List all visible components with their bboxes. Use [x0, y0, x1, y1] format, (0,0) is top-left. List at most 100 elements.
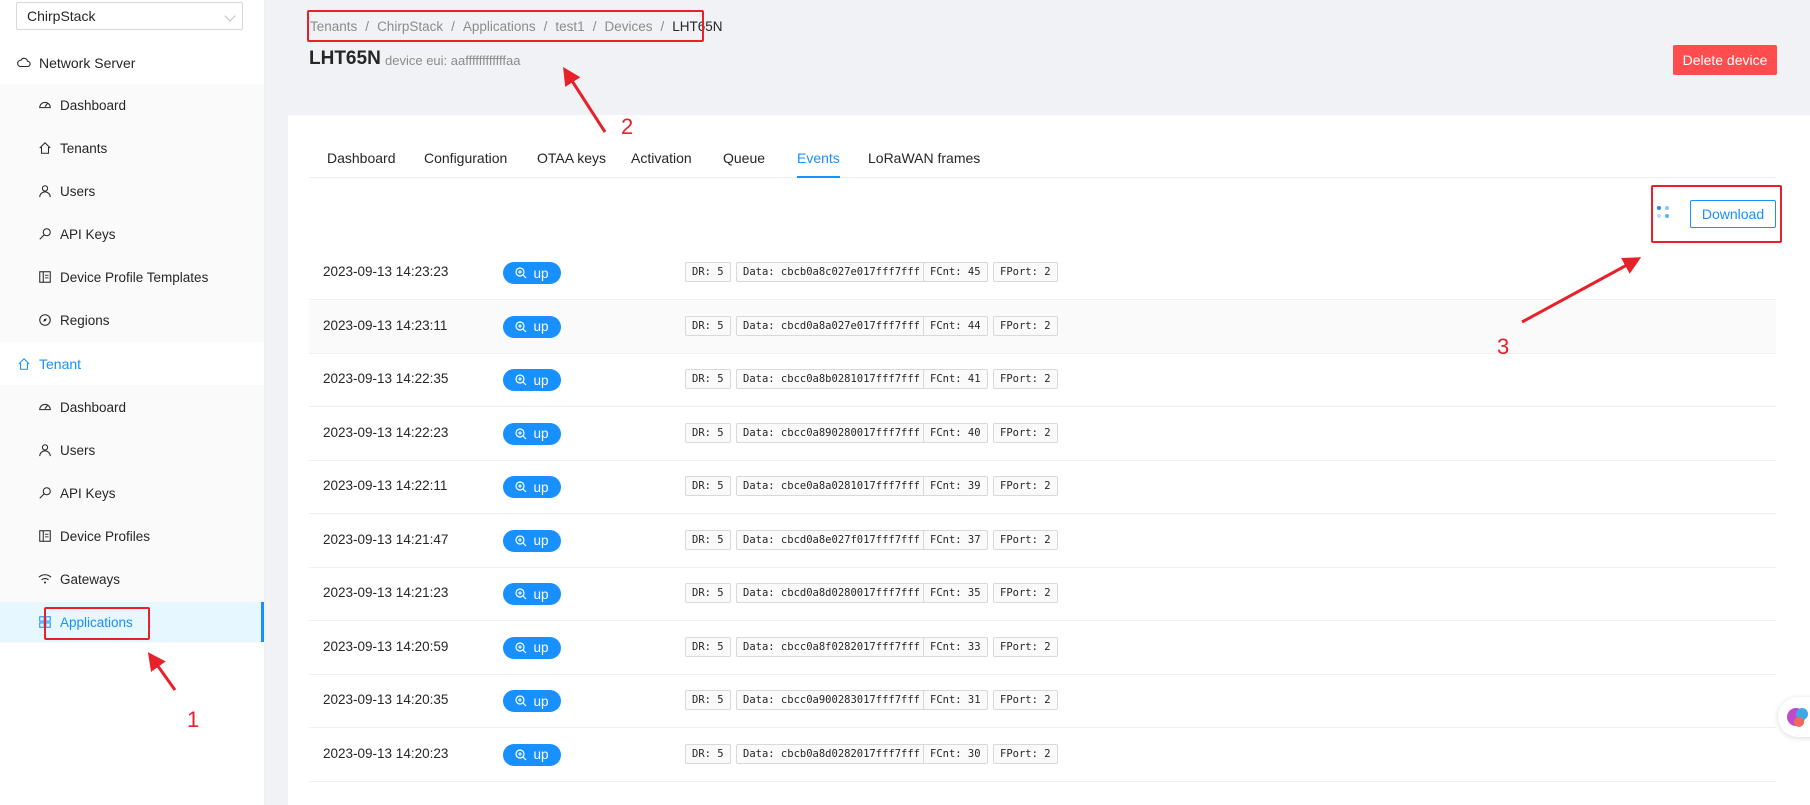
event-data-tag: Data: cbcd0a8e027f017fff7fff [736, 529, 928, 550]
event-dr-tag: DR: 5 [685, 476, 731, 496]
event-fcnt-tag: FCnt: 35 [923, 583, 988, 603]
event-fport-tag: FPort: 2 [993, 422, 1058, 443]
device-tabs: Dashboard Configuration OTAA keys Activatio… [309, 138, 1776, 178]
sidebar-item-label: Device Profile Templates [60, 269, 209, 285]
sidebar-item-dashboard[interactable]: Dashboard [0, 85, 264, 125]
zoom-in-icon [515, 748, 527, 760]
tab-configuration[interactable]: Configuration [424, 150, 507, 178]
event-row: 2023-09-13 14:21:47 up DR: 5 Data: cbcd0a8e… [309, 515, 1776, 568]
tab-otaa-keys[interactable]: OTAA keys [537, 150, 606, 178]
event-up-button[interactable]: up [503, 476, 561, 498]
compass-icon [38, 313, 52, 327]
event-type-label: up [533, 586, 549, 602]
sidebar-item-users[interactable]: Users [0, 430, 264, 470]
event-dr-tag: DR: 5 [685, 422, 731, 443]
tab-activation[interactable]: Activation [631, 150, 692, 178]
event-row: 2023-09-13 14:22:11 up DR: 5 Data: cbce0a8a… [309, 461, 1776, 514]
tab-queue[interactable]: Queue [723, 150, 765, 178]
event-type-label: up [533, 265, 549, 281]
event-fport-tag: FPort: 2 [993, 315, 1058, 336]
event-up-button[interactable]: up [503, 743, 561, 766]
annotation-box-applications [44, 607, 150, 640]
event-data-tag: Data: cbcd0a8a027e017fff7fff [736, 315, 928, 336]
event-up-button[interactable]: up [503, 529, 561, 552]
annotation-number-2: 2 [621, 114, 634, 139]
menu-group-network-server[interactable]: Network Server [0, 41, 264, 84]
sidebar-item-label: Gateways [60, 571, 121, 587]
sidebar-item-tenants[interactable]: Tenants [0, 128, 264, 168]
event-data-tag: Data: cbcb0a8c027e017fff7fff [736, 262, 928, 282]
zoom-in-icon [515, 641, 527, 653]
event-fcnt-tag: FCnt: 39 [923, 476, 988, 496]
sidebar-item-label: Tenants [60, 140, 108, 156]
event-type-label: up [533, 372, 549, 388]
floating-assistant-widget[interactable] [1778, 697, 1810, 737]
zoom-in-icon [515, 481, 527, 493]
event-fcnt-tag: FCnt: 37 [923, 529, 988, 550]
sidebar-item-users[interactable]: Users [0, 171, 264, 211]
cloud-icon [17, 56, 31, 70]
event-up-button[interactable]: up [503, 422, 561, 445]
sidebar-item-label: Regions [60, 312, 110, 328]
event-row: 2023-09-13 14:20:59 up DR: 5 Data: cbcc0a8f… [309, 622, 1776, 675]
event-row: 2023-09-13 14:22:35 up DR: 5 Data: cbcc0a8b… [309, 354, 1776, 407]
tab-dashboard[interactable]: Dashboard [327, 150, 396, 178]
sidebar-item-device-profile-templates[interactable]: Device Profile Templates [0, 257, 264, 297]
sidebar: ChirpStack Network Server Dashboard Tenan… [0, 0, 265, 805]
sidebar-item-gateways[interactable]: Gateways [0, 559, 264, 599]
event-type-label: up [533, 319, 549, 334]
event-type-label: up [533, 426, 549, 441]
event-up-button[interactable]: up [503, 315, 561, 338]
zoom-in-icon [515, 320, 527, 332]
sidebar-item-api-keys[interactable]: API Keys [0, 473, 264, 513]
event-timestamp: 2023-09-13 14:23:11 [323, 317, 448, 333]
annotation-number-3: 3 [1497, 334, 1510, 359]
delete-device-button[interactable]: Delete device [1673, 45, 1777, 75]
event-up-button[interactable]: up [503, 690, 561, 712]
event-fport-tag: FPort: 2 [993, 583, 1058, 603]
zoom-in-icon [515, 695, 527, 707]
event-dr-tag: DR: 5 [685, 583, 731, 603]
event-dr-tag: DR: 5 [685, 369, 731, 389]
tenant-select[interactable]: ChirpStack [16, 2, 243, 30]
zoom-in-icon [515, 374, 527, 386]
device-eui-subtitle: device eui: aaffffffffffffaa [385, 53, 521, 68]
event-fcnt-tag: FCnt: 40 [923, 422, 988, 443]
event-up-button[interactable]: up [503, 583, 561, 605]
profile-icon [38, 529, 52, 543]
event-up-button[interactable]: up [503, 369, 561, 391]
event-row: 2023-09-13 14:23:11 up DR: 5 Data: cbcd0a8a… [309, 300, 1776, 354]
zoom-in-icon [515, 534, 527, 546]
menu-group-label: Network Server [39, 54, 136, 71]
event-row: 2023-09-13 14:20:35 up DR: 5 Data: cbcc0a90… [309, 675, 1776, 728]
wifi-icon [38, 572, 52, 586]
key-icon [38, 486, 52, 500]
sidebar-item-dashboard[interactable]: Dashboard [0, 387, 264, 427]
event-fport-tag: FPort: 2 [993, 636, 1058, 657]
annotation-box-breadcrumb [307, 10, 704, 42]
event-row: 2023-09-13 14:22:23 up DR: 5 Data: cbcc0a89… [309, 408, 1776, 461]
event-dr-tag: DR: 5 [685, 315, 731, 336]
tab-events[interactable]: Events [797, 150, 840, 178]
event-timestamp: 2023-09-13 14:22:23 [323, 424, 449, 440]
sidebar-item-regions[interactable]: Regions [0, 300, 264, 340]
user-icon [38, 184, 52, 198]
event-up-button[interactable]: up [503, 262, 561, 284]
tab-lorawan-frames[interactable]: LoRaWAN frames [868, 150, 980, 178]
dashboard-icon [38, 98, 52, 112]
home-icon [17, 357, 31, 371]
event-up-button[interactable]: up [503, 636, 561, 659]
sidebar-item-device-profiles[interactable]: Device Profiles [0, 516, 264, 556]
event-dr-tag: DR: 5 [685, 743, 731, 764]
event-data-tag: Data: cbce0a8a0281017fff7fff [736, 476, 928, 496]
event-type-label: up [533, 479, 549, 495]
menu-group-tenant[interactable]: Tenant [0, 342, 264, 385]
sidebar-item-label: Device Profiles [60, 528, 151, 544]
event-fcnt-tag: FCnt: 44 [923, 315, 988, 336]
event-timestamp: 2023-09-13 14:21:47 [323, 531, 449, 547]
event-dr-tag: DR: 5 [685, 690, 731, 710]
sidebar-item-api-keys[interactable]: API Keys [0, 214, 264, 254]
sidebar-item-label: Dashboard [60, 97, 127, 113]
event-type-label: up [533, 747, 549, 762]
sidebar-item-label: API Keys [60, 485, 116, 501]
